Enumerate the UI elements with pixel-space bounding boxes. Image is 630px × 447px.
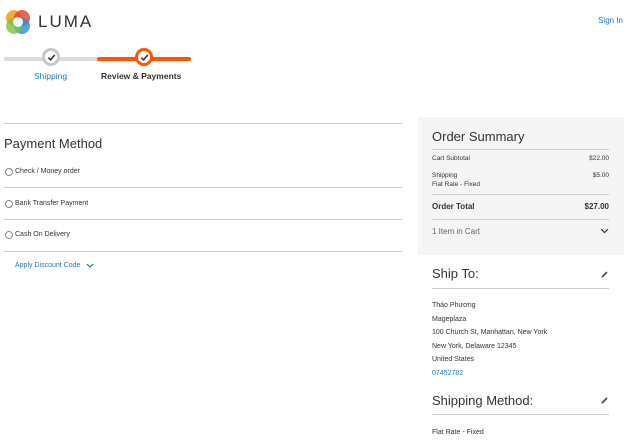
ship-to-name: Thảo Phương xyxy=(432,302,476,309)
edit-pencil-icon[interactable] xyxy=(600,270,609,279)
ship-to-street: 100 Church St, Manhattan, New York xyxy=(432,329,548,336)
payment-method-title: Payment Method xyxy=(4,136,103,151)
payment-option-cod-radio[interactable] xyxy=(5,231,13,239)
order-summary-title: Order Summary xyxy=(432,129,525,144)
summary-divider xyxy=(432,219,609,220)
apply-discount-toggle[interactable]: Apply Discount Code xyxy=(15,262,94,269)
shipping-label: Shipping xyxy=(432,172,458,179)
ship-to-company: Mageplaza xyxy=(432,316,467,323)
shipping-method-divider xyxy=(432,414,609,415)
chevron-down-icon[interactable] xyxy=(600,227,609,235)
luma-logo-icon[interactable] xyxy=(5,9,31,35)
apply-discount-label[interactable]: Apply Discount Code xyxy=(15,262,80,269)
ship-to-city: New York, Delaware 12345 xyxy=(432,343,517,350)
payment-divider xyxy=(4,219,402,220)
cart-subtotal-value: $22.00 xyxy=(589,155,609,162)
payment-option-check-label[interactable]: Check / Money order xyxy=(15,168,80,175)
sign-in-link[interactable]: Sign In xyxy=(598,16,623,25)
payment-option-bank-label[interactable]: Bank Transfer Payment xyxy=(15,200,88,207)
step-review-check-icon xyxy=(135,48,153,66)
items-in-cart-toggle[interactable]: 1 Item in Cart xyxy=(432,227,480,236)
payment-divider-top xyxy=(4,123,402,124)
payment-divider-bottom xyxy=(4,251,402,252)
step-shipping-check-icon[interactable] xyxy=(42,48,60,66)
logo-text: LUMA xyxy=(38,12,94,31)
payment-option-cod-label[interactable]: Cash On Delivery xyxy=(15,231,70,238)
summary-divider xyxy=(432,149,609,150)
ship-to-title: Ship To: xyxy=(432,266,479,281)
cart-subtotal-label: Cart Subtotal xyxy=(432,155,470,162)
order-total-label: Order Total xyxy=(432,202,475,211)
step-review-label: Review & Payments xyxy=(101,71,182,81)
edit-pencil-icon[interactable] xyxy=(600,396,609,405)
step-shipping-label[interactable]: Shipping xyxy=(34,71,67,81)
shipping-method-value: Flat Rate - Fixed xyxy=(432,429,484,436)
payment-option-check-radio[interactable] xyxy=(5,168,13,176)
shipping-method-title: Shipping Method: xyxy=(432,393,534,408)
chevron-down-icon[interactable] xyxy=(86,263,94,269)
ship-to-divider xyxy=(432,288,609,289)
shipping-method-note: Flat Rate - Fixed xyxy=(432,181,481,188)
shipping-value: $5.00 xyxy=(592,172,609,179)
ship-to-phone[interactable]: 07452782 xyxy=(432,370,463,377)
summary-divider xyxy=(432,194,609,195)
ship-to-country: United States xyxy=(432,356,475,363)
payment-option-bank-radio[interactable] xyxy=(5,200,13,208)
order-total-value: $27.00 xyxy=(584,202,609,211)
payment-divider xyxy=(4,187,402,188)
